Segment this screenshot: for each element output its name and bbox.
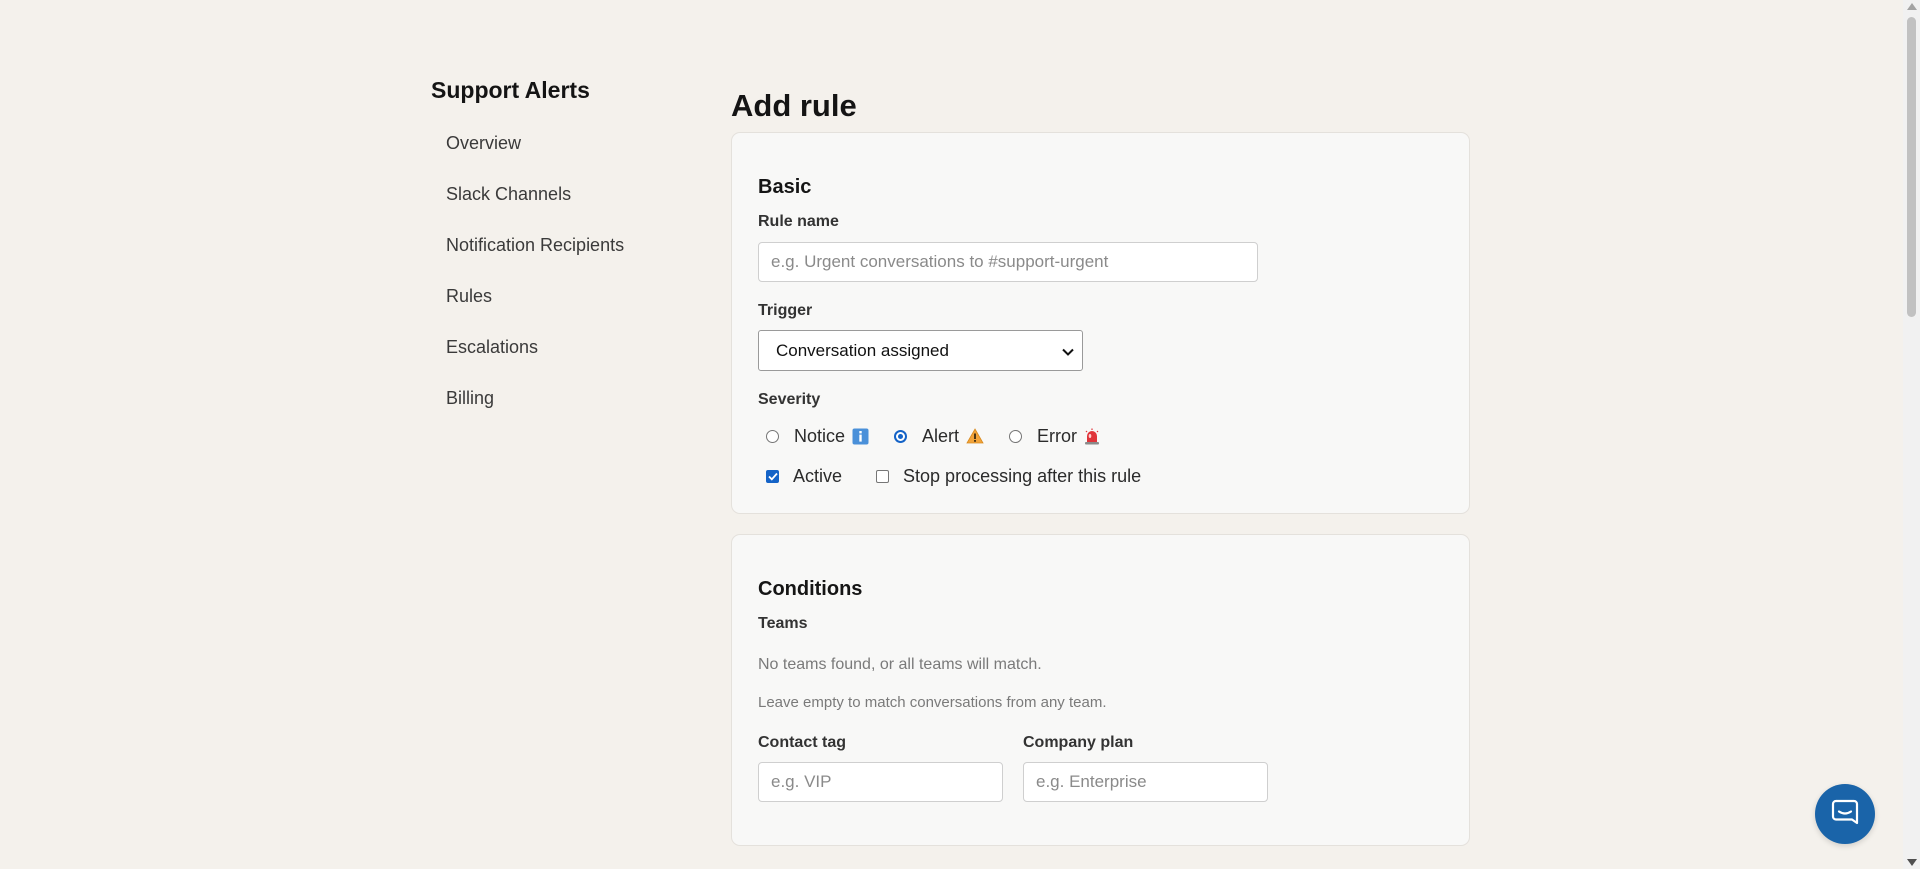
conditions-section: Conditions Teams No teams found, or all … bbox=[731, 534, 1470, 846]
contact-tag-input[interactable] bbox=[758, 762, 1003, 802]
severity-notice-label: Notice bbox=[794, 425, 846, 446]
checkmark-icon bbox=[767, 472, 778, 481]
rule-flags: Active Stop processing after this rule bbox=[758, 463, 1443, 489]
siren-icon bbox=[1084, 428, 1100, 445]
basic-heading: Basic bbox=[758, 176, 812, 198]
page: Support Alerts Overview Slack Channels N… bbox=[0, 0, 1903, 869]
chat-launcher-button[interactable] bbox=[1815, 784, 1875, 844]
teams-label: Teams bbox=[758, 615, 808, 632]
contact-tag-group: Contact tag bbox=[758, 733, 1003, 802]
scroll-down-arrow-icon[interactable] bbox=[1907, 859, 1917, 866]
teams-empty-message: No teams found, or all teams will match. bbox=[758, 656, 1042, 673]
sidebar-item-overview[interactable]: Overview bbox=[431, 131, 681, 182]
sidebar-item-escalations[interactable]: Escalations bbox=[431, 335, 681, 386]
severity-alert-radio[interactable] bbox=[894, 429, 908, 443]
teams-hint: Leave empty to match conversations from … bbox=[758, 694, 1107, 711]
trigger-select[interactable]: Conversation assigned bbox=[758, 330, 1083, 371]
scrollbar-thumb[interactable] bbox=[1907, 17, 1916, 317]
info-icon bbox=[852, 428, 869, 445]
active-checkbox[interactable] bbox=[766, 469, 779, 483]
chat-icon bbox=[1831, 798, 1859, 831]
company-plan-input[interactable] bbox=[1023, 762, 1268, 802]
contact-tag-label: Contact tag bbox=[758, 734, 846, 751]
contact-company-row: Contact tag Company plan bbox=[758, 733, 1443, 802]
stop-processing-label: Stop processing after this rule bbox=[903, 465, 1142, 486]
chevron-down-icon bbox=[1062, 341, 1074, 361]
rule-name-input[interactable] bbox=[758, 242, 1258, 282]
sidebar-item-notification-recipients[interactable]: Notification Recipients bbox=[431, 233, 681, 284]
page-title: Add rule bbox=[731, 88, 857, 123]
sidebar: Support Alerts Overview Slack Channels N… bbox=[431, 76, 681, 437]
sidebar-item-slack-channels[interactable]: Slack Channels bbox=[431, 182, 681, 233]
severity-alert-label: Alert bbox=[922, 425, 960, 446]
severity-options: Notice Alert Error bbox=[758, 423, 1443, 449]
severity-label: Severity bbox=[758, 391, 821, 408]
stop-processing-checkbox[interactable] bbox=[876, 469, 890, 483]
severity-error-label: Error bbox=[1037, 425, 1078, 446]
main-content: Add rule Basic Rule name Trigger Convers… bbox=[731, 86, 1470, 846]
sidebar-item-billing[interactable]: Billing bbox=[431, 386, 681, 437]
company-plan-label: Company plan bbox=[1023, 734, 1134, 751]
trigger-selected-value: Conversation assigned bbox=[776, 340, 949, 360]
scroll-up-arrow-icon[interactable] bbox=[1907, 3, 1917, 10]
basic-section: Basic Rule name Trigger Conversation ass… bbox=[731, 132, 1470, 514]
sidebar-item-rules[interactable]: Rules bbox=[431, 284, 681, 335]
app-title: Support Alerts bbox=[431, 77, 590, 103]
severity-error-radio[interactable] bbox=[1009, 429, 1023, 443]
warning-icon bbox=[966, 428, 984, 444]
severity-notice-radio[interactable] bbox=[766, 429, 779, 443]
trigger-label: Trigger bbox=[758, 302, 813, 319]
conditions-heading: Conditions bbox=[758, 578, 863, 600]
company-plan-group: Company plan bbox=[1023, 733, 1268, 802]
active-label: Active bbox=[793, 465, 843, 486]
rule-name-label: Rule name bbox=[758, 213, 839, 230]
scrollbar[interactable] bbox=[1903, 0, 1920, 869]
